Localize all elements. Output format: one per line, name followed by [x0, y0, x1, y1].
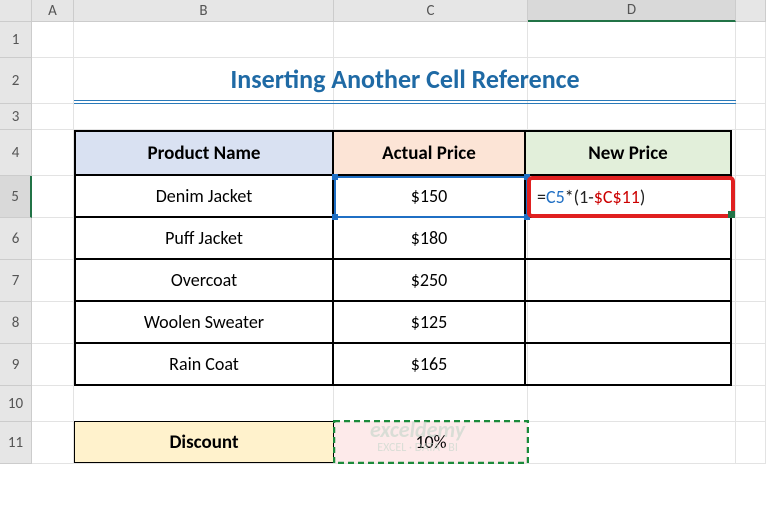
product-name[interactable]: Woolen Sweater [75, 301, 333, 343]
cell[interactable] [32, 386, 74, 422]
new-price[interactable] [525, 217, 731, 259]
cell[interactable] [32, 218, 74, 260]
cell[interactable] [736, 130, 766, 176]
new-price[interactable] [525, 301, 731, 343]
cell[interactable] [736, 218, 766, 260]
row-header-11[interactable]: 11 [0, 422, 32, 464]
row-header-6[interactable]: 6 [0, 218, 32, 260]
row-header-1[interactable]: 1 [0, 22, 32, 58]
new-price[interactable] [525, 259, 731, 301]
cell[interactable] [32, 302, 74, 344]
header-new-price: New Price [525, 131, 731, 175]
cell[interactable] [736, 302, 766, 344]
cell[interactable] [736, 22, 766, 58]
actual-price[interactable]: $150 [333, 175, 525, 217]
cell[interactable] [528, 422, 736, 464]
col-header-C[interactable]: C [334, 0, 528, 22]
active-cell-d5[interactable]: =C5*(1-$C$11) [527, 176, 735, 218]
cell[interactable] [736, 386, 766, 422]
cell[interactable] [528, 386, 736, 422]
formula-eq: = [537, 186, 546, 208]
row-header-7[interactable]: 7 [0, 260, 32, 302]
row-header-5[interactable]: 5 [0, 176, 32, 218]
cell[interactable] [334, 104, 528, 130]
cell[interactable] [334, 58, 528, 104]
row-header-3[interactable]: 3 [0, 104, 32, 130]
row-header-2[interactable]: 2 [0, 58, 32, 104]
cell[interactable] [74, 22, 334, 58]
cell[interactable] [32, 344, 74, 386]
header-actual-price: Actual Price [333, 131, 525, 175]
cell[interactable] [32, 422, 74, 464]
cell[interactable] [32, 104, 74, 130]
cell[interactable] [74, 58, 334, 104]
cell[interactable] [32, 260, 74, 302]
cell[interactable] [736, 344, 766, 386]
cell[interactable] [334, 386, 528, 422]
formula-op: *(1- [565, 186, 594, 208]
cell[interactable] [528, 58, 736, 104]
product-name[interactable]: Rain Coat [75, 343, 333, 385]
product-name[interactable]: Puff Jacket [75, 217, 333, 259]
actual-price[interactable]: $165 [333, 343, 525, 385]
row-header-4[interactable]: 4 [0, 130, 32, 176]
cell[interactable] [736, 422, 766, 464]
cell[interactable] [528, 22, 736, 58]
cell[interactable] [528, 104, 736, 130]
col-header-B[interactable]: B [74, 0, 334, 22]
header-product-name: Product Name [75, 131, 333, 175]
discount-value[interactable]: 10% [334, 421, 528, 463]
col-header-A[interactable]: A [32, 0, 74, 22]
col-header-D[interactable]: D [528, 0, 736, 22]
cell[interactable] [32, 58, 74, 104]
cell[interactable] [32, 130, 74, 176]
actual-price[interactable]: $250 [333, 259, 525, 301]
discount-row: Discount 10% [74, 421, 528, 463]
cell[interactable] [74, 104, 334, 130]
cell[interactable] [736, 104, 766, 130]
cell[interactable] [736, 176, 766, 218]
actual-price[interactable]: $125 [333, 301, 525, 343]
cell[interactable] [736, 260, 766, 302]
discount-label: Discount [74, 421, 334, 463]
row-header-9[interactable]: 9 [0, 344, 32, 386]
row-header-8[interactable]: 8 [0, 302, 32, 344]
row-header-10[interactable]: 10 [0, 386, 32, 422]
formula-ref2: $C$11 [594, 186, 640, 208]
product-name[interactable]: Overcoat [75, 259, 333, 301]
fill-handle[interactable] [728, 211, 735, 218]
cell[interactable] [32, 22, 74, 58]
product-name[interactable]: Denim Jacket [75, 175, 333, 217]
actual-price[interactable]: $180 [333, 217, 525, 259]
cell[interactable] [32, 176, 74, 218]
cell[interactable] [736, 58, 766, 104]
new-price[interactable] [525, 343, 731, 385]
cell[interactable] [334, 22, 528, 58]
column-headers: A B C D [0, 0, 766, 22]
data-table: Product Name Actual Price New Price Deni… [74, 130, 732, 386]
select-all-corner[interactable] [0, 0, 32, 22]
cell[interactable] [74, 386, 334, 422]
col-header-extra[interactable] [736, 0, 766, 22]
formula-ref1: C5 [546, 186, 565, 208]
formula-end: ) [640, 186, 645, 208]
